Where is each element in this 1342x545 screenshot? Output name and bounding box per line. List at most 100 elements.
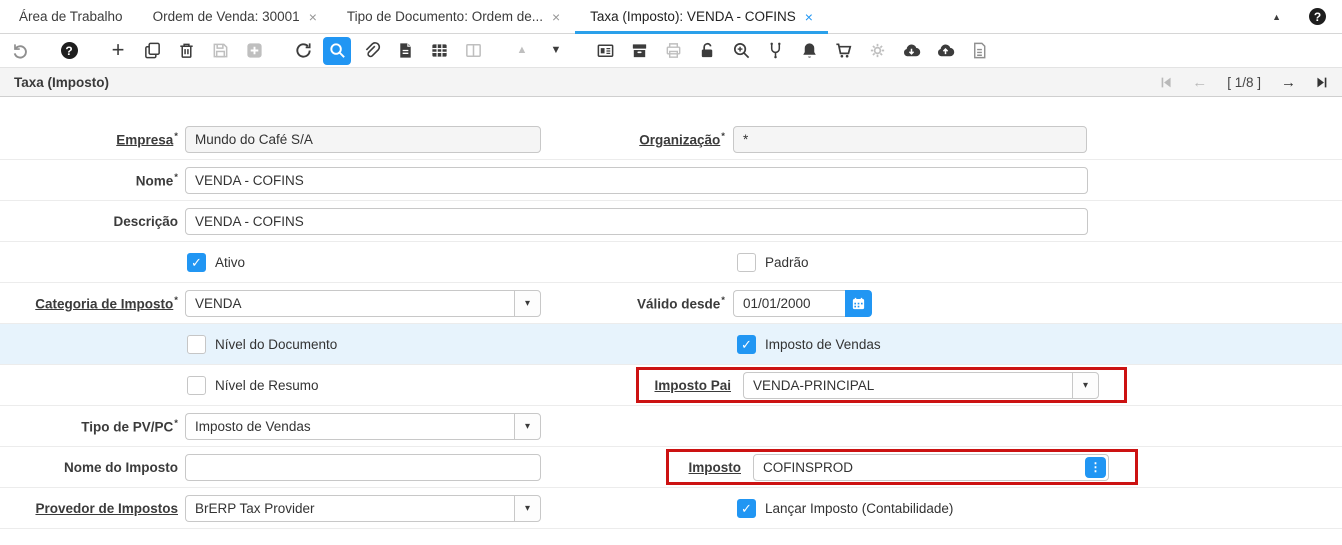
undo-icon[interactable] — [6, 37, 34, 65]
provedor-impostos-select[interactable]: BrERP Tax Provider ▾ — [185, 494, 541, 522]
copy-record-icon[interactable] — [138, 37, 166, 65]
new-record-icon[interactable]: + — [104, 37, 132, 65]
csv-log-icon[interactable] — [965, 37, 993, 65]
save-icon — [206, 37, 234, 65]
padrao-checkbox[interactable]: ✓ — [737, 252, 756, 272]
tab-label: Ordem de Venda: 30001 — [152, 9, 300, 24]
find-icon[interactable] — [323, 36, 351, 65]
imposto-vendas-checkbox[interactable]: ✓ — [737, 334, 756, 354]
descricao-input[interactable] — [185, 207, 1088, 235]
empresa-label[interactable]: Empresa* — [0, 131, 178, 148]
tab-taxa-imposto[interactable]: Taxa (Imposto): VENDA - COFINS × — [575, 0, 828, 34]
check-icon: ✓ — [191, 254, 202, 270]
nivel-resumo-checkbox[interactable]: ✓ — [187, 375, 206, 395]
close-icon[interactable]: × — [309, 10, 317, 24]
form-row: Empresa* Organização* — [0, 119, 1342, 160]
preferences-icon — [863, 37, 891, 65]
detail-record-icon[interactable]: ▼ — [542, 37, 570, 65]
help-icon[interactable]: ? — [55, 37, 83, 65]
delete-record-icon[interactable] — [172, 37, 200, 65]
ativo-checkbox[interactable]: ✓ — [187, 252, 206, 272]
form-row: Tipo de PV/PC* Imposto de Vendas ▾ — [0, 406, 1342, 447]
page-title: Taxa (Imposto) — [14, 74, 110, 90]
tipo-pv-pc-label: Tipo de PV/PC* — [81, 417, 178, 435]
organizacao-label[interactable]: Organização* — [541, 131, 725, 148]
close-icon[interactable]: × — [552, 10, 560, 24]
nome-label: Nome* — [135, 171, 178, 189]
check-icon: ✓ — [741, 500, 752, 516]
zoom-across-icon[interactable] — [727, 37, 755, 65]
report-viewer-icon[interactable] — [591, 37, 619, 65]
calendar-icon[interactable] — [845, 289, 872, 317]
previous-record-button: ← — [1192, 73, 1208, 91]
tab-ordem-de-venda[interactable]: Ordem de Venda: 30001 × — [138, 0, 332, 33]
import-icon[interactable] — [931, 37, 959, 65]
descricao-label: Descrição — [113, 213, 178, 229]
nome-imposto-input[interactable] — [185, 453, 541, 481]
workflow-icon[interactable] — [761, 37, 789, 65]
form-row: ✓ Nível de Resumo Imposto Pai VENDA-PRIN… — [0, 365, 1342, 406]
imposto-pai-label[interactable]: Imposto Pai — [651, 378, 731, 393]
grid-toggle-icon[interactable] — [425, 37, 453, 65]
form-row: Descrição — [0, 201, 1342, 242]
imposto-pai-annotation-box: Imposto Pai VENDA-PRINCIPAL ▾ — [636, 367, 1127, 403]
tab-label: Área de Trabalho — [19, 9, 123, 24]
imposto-vendas-label: Imposto de Vendas — [765, 336, 881, 352]
form-row-highlighted: ✓ Nível do Documento ✓ Imposto de Vendas — [0, 324, 1342, 365]
form-row: Categoria de Imposto* VENDA ▾ Válido des… — [0, 283, 1342, 324]
tab-bar: Área de Trabalho Ordem de Venda: 30001 ×… — [0, 0, 1342, 34]
tax-form: Empresa* Organização* Nome* Descrição ✓ … — [0, 97, 1342, 529]
close-icon[interactable]: × — [805, 10, 813, 24]
imposto-input[interactable] — [753, 453, 1109, 481]
imposto-label[interactable]: Imposto — [683, 460, 742, 475]
form-row: ✓ Ativo ✓ Padrão — [0, 242, 1342, 283]
parent-record-icon: ▲ — [516, 44, 528, 56]
empresa-input[interactable] — [185, 125, 541, 153]
nivel-documento-label: Nível do Documento — [215, 336, 338, 352]
refresh-icon[interactable] — [289, 37, 317, 65]
categoria-imposto-select[interactable]: VENDA ▾ — [185, 289, 541, 317]
chevron-down-icon[interactable]: ▾ — [514, 494, 541, 522]
form-row: Nome do Imposto Imposto ⋮ — [0, 447, 1342, 488]
attachment-icon[interactable] — [357, 37, 385, 65]
export-icon[interactable] — [897, 37, 925, 65]
ativo-label: Ativo — [215, 254, 246, 270]
tab-label: Taxa (Imposto): VENDA - COFINS — [590, 9, 796, 24]
requests-icon[interactable] — [829, 37, 857, 65]
last-record-button[interactable] — [1315, 76, 1328, 89]
imposto-pai-select[interactable]: VENDA-PRINCIPAL ▾ — [743, 371, 1099, 399]
next-record-button[interactable]: → — [1281, 75, 1296, 90]
record-pager: ← [ 1/8 ] → — [1160, 75, 1328, 90]
tab-label: Tipo de Documento: Ordem de... — [346, 9, 543, 24]
notifications-icon[interactable] — [795, 37, 823, 65]
nome-imposto-label: Nome do Imposto — [64, 459, 178, 475]
imposto-annotation-box: Imposto ⋮ — [666, 449, 1138, 485]
help-icon[interactable]: ? — [1309, 8, 1326, 25]
categoria-imposto-label[interactable]: Categoria de Imposto* — [0, 295, 178, 312]
toolbar: ? + ▲ ▼ — [0, 34, 1342, 68]
collapse-header-icon[interactable]: ▲ — [1272, 12, 1281, 22]
valido-desde-label: Válido desde* — [637, 294, 725, 312]
nivel-documento-checkbox[interactable]: ✓ — [187, 334, 206, 354]
nome-input[interactable] — [185, 166, 1088, 194]
archive-icon[interactable] — [625, 37, 653, 65]
form-row: Nome* — [0, 160, 1342, 201]
record-indicator: [ 1/8 ] — [1227, 74, 1261, 90]
lancar-imposto-checkbox[interactable]: ✓ — [737, 498, 756, 518]
organizacao-input[interactable] — [733, 125, 1087, 153]
provedor-impostos-label[interactable]: Provedor de Impostos — [0, 501, 178, 516]
lancar-imposto-label: Lançar Imposto (Contabilidade) — [765, 500, 954, 516]
record-info-icon[interactable]: ⋮ — [1085, 456, 1106, 478]
chevron-down-icon[interactable]: ▾ — [514, 412, 541, 440]
tab-tipo-de-documento[interactable]: Tipo de Documento: Ordem de... × — [332, 0, 575, 33]
report-icon[interactable] — [391, 37, 419, 65]
tab-area-de-trabalho[interactable]: Área de Trabalho — [4, 0, 138, 33]
private-lock-icon[interactable] — [693, 37, 721, 65]
chevron-down-icon[interactable]: ▾ — [514, 289, 541, 317]
tipo-pv-pc-select[interactable]: Imposto de Vendas ▾ — [185, 412, 541, 440]
detail-window-icon — [459, 37, 487, 65]
check-icon: ✓ — [741, 336, 752, 352]
padrao-label: Padrão — [765, 254, 809, 270]
chevron-down-icon[interactable]: ▾ — [1072, 371, 1099, 399]
valido-desde-input[interactable] — [733, 289, 845, 317]
